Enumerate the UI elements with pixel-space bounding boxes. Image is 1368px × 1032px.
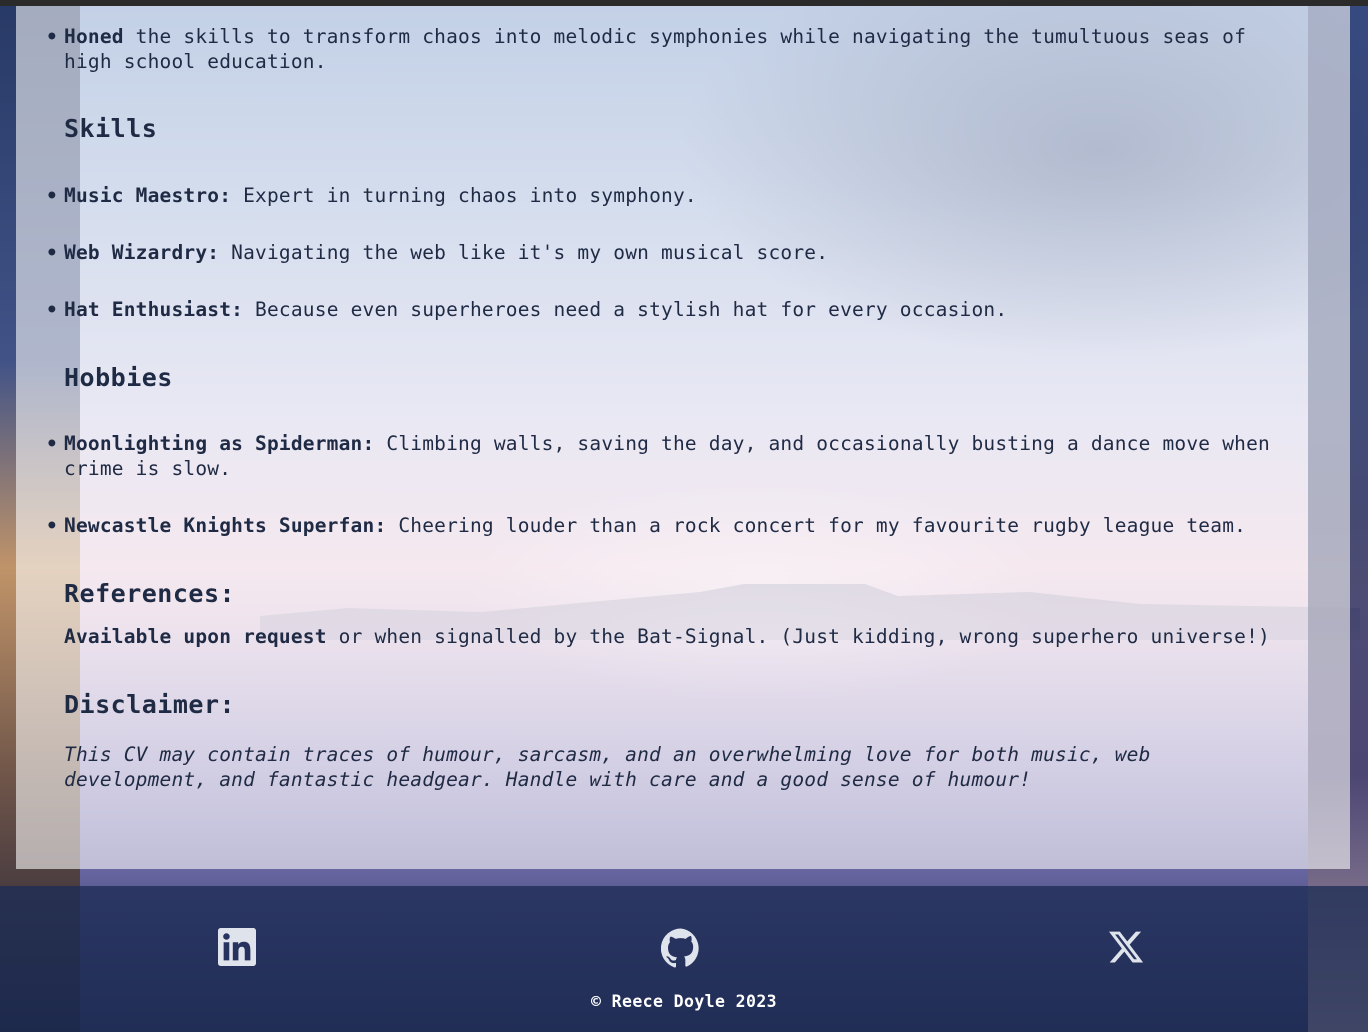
footer: © Reece Doyle 2023	[0, 886, 1368, 1032]
section-heading-hobbies: Hobbies	[64, 363, 173, 392]
linkedin-link[interactable]	[218, 928, 258, 968]
references-rest: or when signalled by the Bat-Signal. (Ju…	[326, 625, 1270, 648]
education-list: Honed the skills to transform chaos into…	[46, 24, 1302, 74]
list-item: Web Wizardry: Navigating the web like it…	[46, 240, 1302, 265]
linkedin-icon	[218, 928, 256, 966]
disclaimer-text: This CV may contain traces of humour, sa…	[64, 743, 1151, 791]
copyright-text: © Reece Doyle 2023	[590, 992, 777, 1011]
references-text: Available upon request or when signalled…	[64, 624, 1302, 649]
hobbies-list: Moonlighting as Spiderman: Climbing wall…	[46, 431, 1302, 538]
list-item-bold: Music Maestro:	[64, 184, 232, 207]
cv-content-card: Honed the skills to transform chaos into…	[16, 6, 1350, 869]
skills-list: Music Maestro: Expert in turning chaos i…	[46, 183, 1302, 322]
list-item-bold: Newcastle Knights Superfan:	[64, 514, 387, 537]
list-item-bold: Hat Enthusiast:	[64, 298, 244, 321]
list-item: Music Maestro: Expert in turning chaos i…	[46, 183, 1302, 208]
list-item-text: the skills to transform chaos into melod…	[64, 25, 1247, 73]
section-heading-skills: Skills	[64, 114, 158, 143]
list-item: Honed the skills to transform chaos into…	[46, 24, 1302, 74]
section-heading-references: References:	[64, 579, 236, 608]
list-item: Hat Enthusiast: Because even superheroes…	[46, 297, 1302, 322]
list-item-text: Expert in turning chaos into symphony.	[231, 184, 697, 207]
list-item-bold: Web Wizardry:	[64, 241, 220, 264]
list-item-text: Navigating the web like it's my own musi…	[219, 241, 829, 264]
list-item-text: Because even superheroes need a stylish …	[243, 298, 1008, 321]
list-item-text: Cheering louder than a rock concert for …	[386, 514, 1247, 537]
x-icon	[1108, 931, 1144, 963]
github-icon	[660, 928, 699, 968]
references-bold: Available upon request	[64, 625, 327, 648]
list-item: Newcastle Knights Superfan: Cheering lou…	[46, 513, 1302, 538]
section-heading-disclaimer: Disclaimer:	[64, 690, 236, 719]
list-item-bold: Honed	[64, 25, 124, 48]
list-item-bold: Moonlighting as Spiderman:	[64, 432, 375, 455]
github-link[interactable]	[660, 928, 701, 968]
x-link[interactable]	[1107, 928, 1147, 968]
list-item: Moonlighting as Spiderman: Climbing wall…	[46, 431, 1302, 481]
